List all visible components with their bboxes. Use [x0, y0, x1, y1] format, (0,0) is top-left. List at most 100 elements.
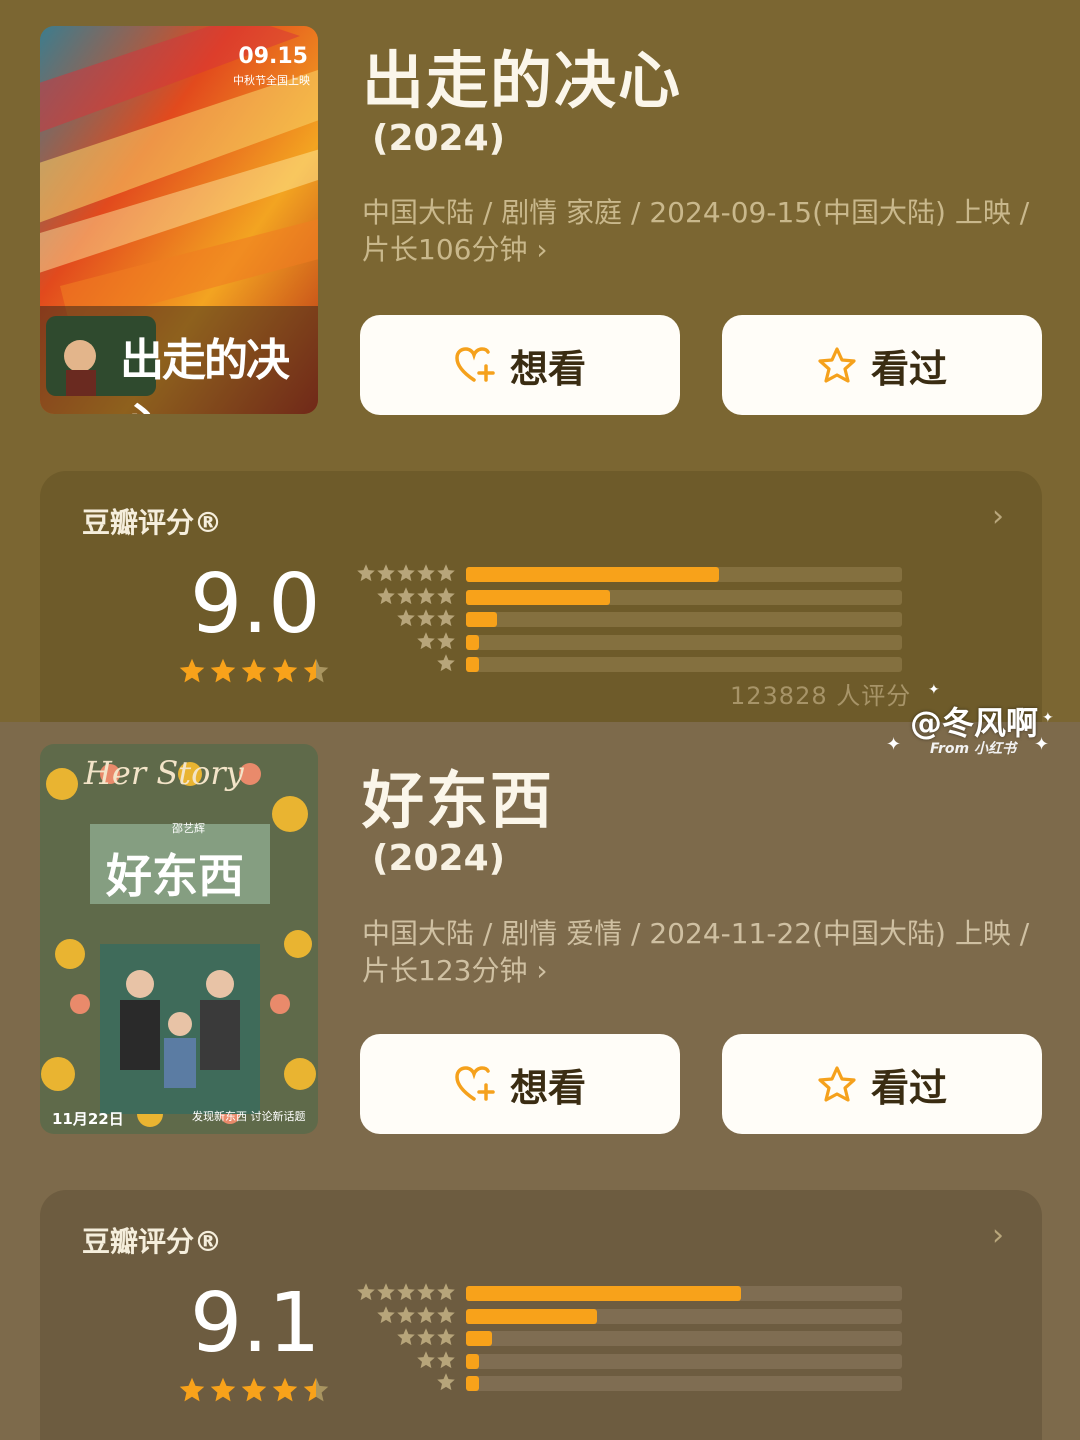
movie-poster[interactable]: Her Story 邵艺辉 好东西 11月22日 发现新东西 讨论新话题: [40, 744, 318, 1134]
bar-fill: [466, 1376, 480, 1391]
rating-star-icon: [179, 1377, 205, 1402]
row-stars: [356, 563, 456, 583]
row-stars: [396, 1327, 456, 1347]
small-star-icon: [357, 1283, 375, 1301]
row-stars: [376, 1305, 456, 1325]
bar-fill: [466, 657, 480, 672]
star-outline-icon: [818, 1066, 856, 1102]
bar-track: [466, 1331, 902, 1346]
bar-track: [466, 1308, 902, 1324]
small-star-icon: [397, 1305, 415, 1323]
bar-fill: [466, 1331, 493, 1346]
rating-star-icon: [272, 658, 298, 683]
small-star-icon: [377, 1305, 395, 1323]
star-outline-icon: [818, 347, 856, 383]
bar-fill: [466, 634, 480, 650]
small-star-icon: [357, 564, 375, 582]
small-star-icon: [437, 1305, 455, 1323]
rating-row: [354, 608, 914, 631]
small-star-icon: [397, 1283, 415, 1301]
rating-card[interactable]: 豆瓣评分® › 9.0 123828 人评分: [40, 471, 1042, 722]
movie-year: (2024): [372, 118, 506, 159]
row-stars: [396, 608, 456, 628]
watermark-from: From 小红书: [930, 741, 1017, 757]
seen-label: 看过: [870, 1065, 947, 1110]
movie-meta[interactable]: 中国大陆 / 剧情 爱情 / 2024-11-22(中国大陆) 上映 / 片长1…: [362, 915, 1052, 989]
sparkle-icon: ✦: [886, 734, 902, 755]
score-stars: [178, 1376, 333, 1408]
rating-row: [354, 1282, 914, 1305]
rating-star-icon: [241, 658, 267, 683]
rating-card[interactable]: 豆瓣评分® › 9.1: [40, 1190, 1042, 1440]
bar-fill: [466, 589, 610, 605]
row-stars: [416, 1350, 456, 1370]
bar-fill: [466, 1308, 597, 1324]
small-star-icon: [437, 586, 455, 604]
rating-star-icon: [210, 658, 236, 683]
rating-star-icon: [303, 658, 329, 683]
want-to-watch-button[interactable]: 想看: [360, 315, 680, 415]
small-star-icon: [417, 1283, 435, 1301]
poster-tagline: 发现新东西 讨论新话题: [192, 1110, 306, 1123]
movie-meta[interactable]: 中国大陆 / 剧情 家庭 / 2024-09-15(中国大陆) 上映 / 片长1…: [362, 194, 1052, 268]
movie-year: (2024): [372, 838, 506, 879]
rating-star-icon: [272, 1377, 298, 1402]
small-star-icon: [417, 564, 435, 582]
rating-star-icon: [303, 1377, 329, 1402]
watched-button[interactable]: 看过: [722, 1034, 1042, 1134]
small-star-icon: [437, 654, 455, 672]
watched-button[interactable]: 看过: [722, 315, 1042, 415]
watermark: ✦ ✦ ✦ ✦ @冬风啊 From 小红书: [886, 682, 1062, 760]
small-star-icon: [397, 1328, 415, 1346]
bar-track: [466, 589, 902, 605]
bar-fill: [466, 1286, 741, 1301]
rating-label: 豆瓣评分®: [82, 1225, 223, 1258]
rating-count: 123828 人评分: [730, 682, 912, 710]
rating-star-icon: [241, 1377, 267, 1402]
rating-row: [354, 653, 914, 676]
bar-fill: [466, 1353, 480, 1369]
poster-director: 邵艺辉: [172, 822, 205, 835]
poster-subtitle: 中秋节全国上映: [233, 74, 310, 87]
sparkle-icon: ✦: [1042, 710, 1054, 726]
small-star-icon: [437, 631, 455, 649]
small-star-icon: [417, 1328, 435, 1346]
small-star-icon: [417, 1350, 435, 1368]
small-star-icon: [377, 564, 395, 582]
small-star-icon: [437, 1328, 455, 1346]
rating-star-icon: [210, 1377, 236, 1402]
poster-date: 09.15: [238, 44, 308, 69]
chevron-right-icon[interactable]: ›: [992, 499, 1004, 534]
bar-fill: [466, 612, 497, 627]
bar-track: [466, 657, 902, 672]
small-star-icon: [437, 1350, 455, 1368]
small-star-icon: [397, 564, 415, 582]
rating-row: [354, 631, 914, 654]
want-label: 想看: [509, 1065, 586, 1110]
bar-track: [466, 1353, 902, 1369]
chevron-right-icon[interactable]: ›: [992, 1218, 1004, 1253]
rating-row: [354, 1372, 914, 1395]
movie-section-1: 09.15 中秋节全国上映 出走的决心 出走的决心 (2024) 中国大陆 / …: [0, 0, 1080, 722]
row-stars: [436, 653, 456, 673]
row-stars: [376, 586, 456, 606]
small-star-icon: [417, 1305, 435, 1323]
heart-plus-icon: [455, 1066, 495, 1101]
movie-poster[interactable]: 09.15 中秋节全国上映 出走的决心: [40, 26, 318, 414]
movie-title: 好东西: [362, 764, 555, 837]
seen-label: 看过: [870, 346, 947, 391]
small-star-icon: [417, 609, 435, 627]
poster-art: [40, 744, 318, 1134]
rating-score: 9.1: [190, 1276, 321, 1371]
poster-calligraphy: 好东西: [106, 849, 244, 903]
row-stars: [416, 631, 456, 651]
want-to-watch-button[interactable]: 想看: [360, 1034, 680, 1134]
rating-row: [354, 1350, 914, 1373]
small-star-icon: [437, 564, 455, 582]
small-star-icon: [397, 586, 415, 604]
small-star-icon: [437, 1283, 455, 1301]
poster-header: Her Story: [84, 754, 244, 792]
poster-date: 11月22日: [52, 1110, 124, 1128]
bar-fill: [466, 567, 719, 582]
movie-title: 出走的决心: [362, 44, 683, 117]
